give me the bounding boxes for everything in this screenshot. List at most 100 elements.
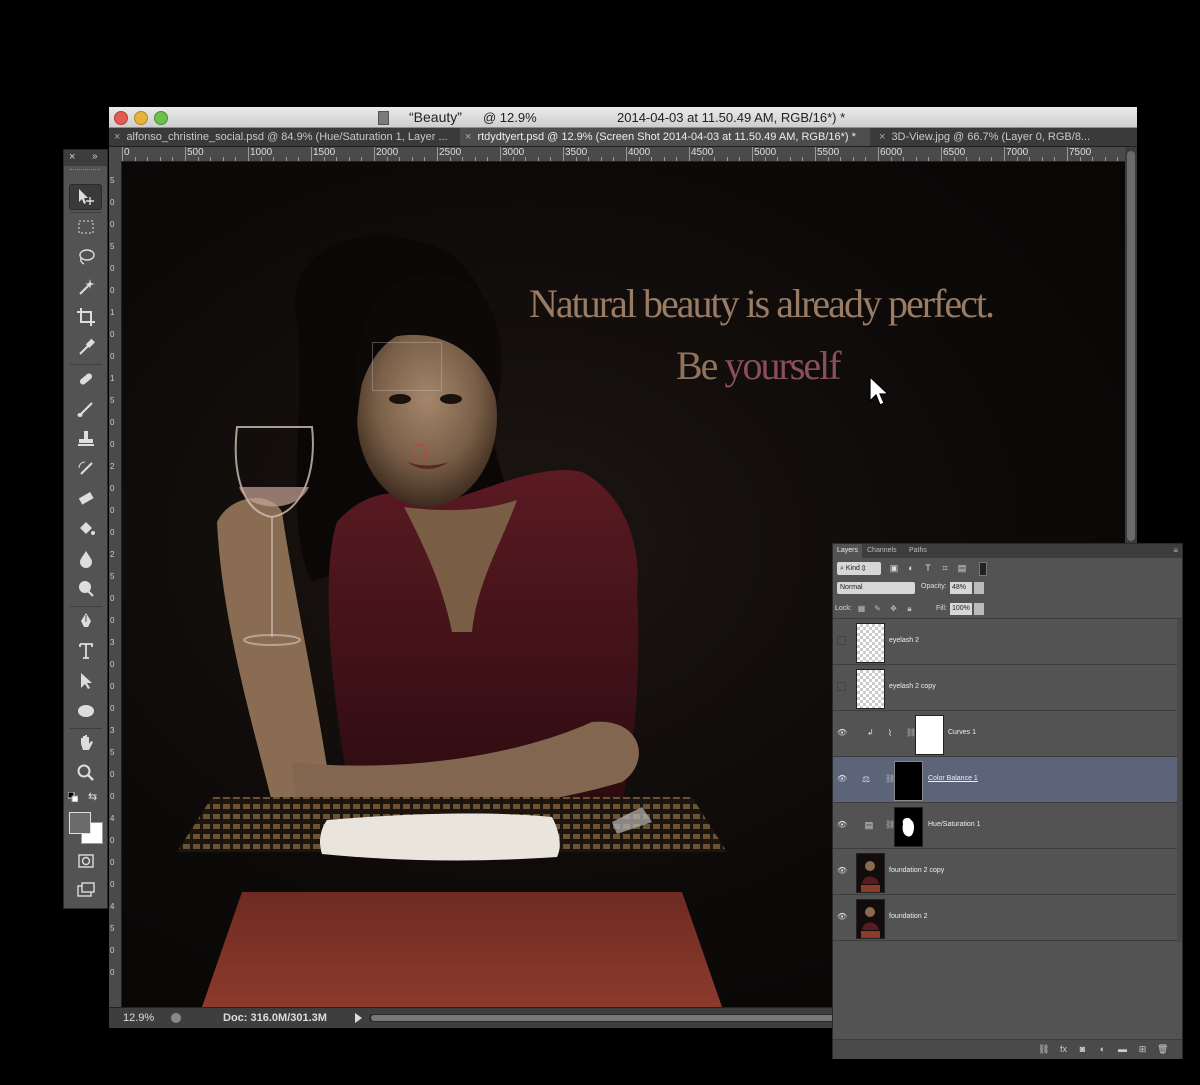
selection-marquee[interactable] — [372, 342, 442, 391]
visibility-toggle[interactable] — [837, 636, 846, 645]
new-layer-icon[interactable]: ⊞ — [1137, 1044, 1148, 1055]
tab-3d-view[interactable]: × 3D-View.jpg @ 66.7% (Layer 0, RGB/8... — [874, 128, 1129, 146]
title-bar[interactable]: “Beauty” @ 12.9% 2014-04-03 at 11.50.49 … — [109, 107, 1137, 128]
fill-slider-toggle[interactable] — [974, 603, 984, 615]
crop-tool[interactable] — [69, 304, 102, 330]
eyedropper-tool[interactable] — [69, 334, 102, 360]
filter-toggle[interactable] — [979, 562, 987, 576]
quick-mask-button[interactable] — [69, 848, 102, 874]
lock-position-icon[interactable]: ✥ — [889, 604, 898, 613]
close-tab-icon[interactable]: × — [114, 131, 120, 143]
fill-field[interactable]: 100% — [950, 603, 972, 615]
eraser-tool[interactable] — [69, 486, 102, 512]
delete-layer-icon[interactable]: 🗑︎ — [1157, 1044, 1168, 1055]
dodge-tool[interactable] — [69, 576, 102, 602]
horizontal-scrollbar[interactable] — [369, 1014, 839, 1022]
status-info-icon[interactable] — [171, 1013, 181, 1023]
layer-hue-saturation-1[interactable]: 👁︎ ▤ ⛓︎ Hue/Saturation 1 — [833, 803, 1177, 849]
expand-panel-icon[interactable]: » — [92, 151, 98, 162]
close-tab-icon[interactable]: × — [879, 131, 885, 143]
tab-paths[interactable]: Paths — [905, 544, 931, 558]
subline-text-layer[interactable]: Be yourself — [676, 342, 842, 389]
lock-all-icon[interactable]: 🔒︎ — [905, 604, 914, 613]
zoom-window-button[interactable] — [154, 111, 168, 125]
vertical-scroll-thumb[interactable] — [1127, 151, 1135, 541]
marquee-tool[interactable] — [69, 214, 102, 240]
document-proxy-icon[interactable] — [378, 111, 389, 125]
paint-bucket-tool[interactable] — [69, 516, 102, 542]
zoom-tool[interactable] — [69, 760, 102, 786]
default-colors-icon[interactable] — [68, 792, 78, 802]
document-size-info[interactable]: Doc: 316.0M/301.3M — [223, 1008, 327, 1028]
close-tab-icon[interactable]: × — [465, 131, 471, 143]
layer-eyelash-2-copy[interactable]: eyelash 2 copy — [833, 665, 1177, 711]
close-panel-icon[interactable]: × — [69, 151, 75, 163]
link-layers-icon[interactable]: ⛓︎ — [1038, 1044, 1049, 1055]
ruler-origin[interactable] — [109, 147, 121, 162]
tab-rtdydtyert[interactable]: × rtdydtyert.psd @ 12.9% (Screen Shot 201… — [460, 128, 870, 146]
tab-alfonso-christine[interactable]: × alfonso_christine_social.psd @ 84.9% (H… — [109, 128, 459, 146]
horizontal-ruler[interactable]: 0 500 1000 1500 2000 2500 3000 3500 4000 4500 5000… — [121, 147, 1127, 162]
lock-image-icon[interactable]: ✎ — [873, 604, 882, 613]
new-group-icon[interactable]: ▬ — [1117, 1044, 1128, 1055]
screen-mode-button[interactable] — [69, 878, 102, 904]
color-balance-adjustment-icon[interactable]: ⚖︎ — [859, 773, 873, 785]
curves-adjustment-icon[interactable]: ⌇ — [883, 727, 897, 739]
layer-foundation-2-copy[interactable]: 👁︎ foundation 2 copy — [833, 849, 1177, 895]
layer-style-icon[interactable]: fx — [1058, 1044, 1069, 1055]
shape-filter-icon[interactable]: ⌗ — [940, 563, 950, 573]
clone-stamp-tool[interactable] — [69, 426, 102, 452]
healing-brush-tool[interactable] — [69, 366, 102, 392]
move-tool[interactable] — [69, 184, 102, 210]
layer-mask-thumbnail[interactable] — [915, 715, 944, 755]
layer-foundation-2[interactable]: 👁︎ foundation 2 — [833, 895, 1177, 941]
tab-layers[interactable]: Layers — [833, 544, 863, 558]
brush-tool[interactable] — [69, 396, 102, 422]
eye-icon[interactable]: 👁︎ — [837, 820, 847, 829]
opacity-field[interactable]: 48% — [950, 582, 972, 594]
panel-grip[interactable] — [70, 169, 100, 173]
swap-colors-icon[interactable]: ⇆ — [88, 790, 97, 803]
add-mask-icon[interactable]: ◙ — [1077, 1044, 1088, 1055]
zoom-level-field[interactable]: 12.9% — [109, 1008, 159, 1028]
layer-curves-1[interactable]: 👁︎ ↲ ⌇ ⛓︎ Curves 1 — [833, 711, 1177, 757]
adjustment-filter-icon[interactable]: ◐ — [906, 563, 916, 573]
tab-channels[interactable]: Channels — [863, 544, 901, 558]
close-window-button[interactable] — [114, 111, 128, 125]
layer-mask-thumbnail[interactable] — [894, 761, 923, 801]
layers-scrollbar[interactable] — [1177, 619, 1182, 942]
headline-text-layer[interactable]: Natural beauty is already perfect. — [529, 280, 995, 327]
minimize-window-button[interactable] — [134, 111, 148, 125]
status-menu-arrow-icon[interactable] — [355, 1013, 362, 1023]
blend-mode-select[interactable]: Normal — [837, 582, 915, 594]
hand-tool[interactable] — [69, 730, 102, 756]
history-brush-tool[interactable] — [69, 456, 102, 482]
blur-tool[interactable] — [69, 546, 102, 572]
path-selection-tool[interactable] — [69, 668, 102, 694]
tools-panel-header[interactable]: × » — [64, 150, 107, 166]
horizontal-scroll-thumb[interactable] — [371, 1015, 836, 1021]
layer-mask-thumbnail[interactable] — [894, 807, 923, 847]
ellipse-tool[interactable] — [69, 698, 102, 724]
lock-transparency-icon[interactable]: ▦ — [857, 604, 866, 613]
filter-kind-select[interactable]: ⌕ Kind ⇕ — [837, 562, 881, 575]
type-filter-icon[interactable]: T — [923, 563, 933, 573]
eye-icon[interactable]: 👁︎ — [837, 728, 847, 737]
smart-object-filter-icon[interactable]: ▤ — [957, 563, 967, 573]
type-tool[interactable] — [69, 638, 102, 664]
hue-saturation-adjustment-icon[interactable]: ▤ — [862, 819, 876, 831]
new-adjustment-layer-icon[interactable]: ◐ — [1097, 1044, 1108, 1055]
panel-menu-icon[interactable]: ≡ — [1173, 546, 1178, 555]
opacity-slider-toggle[interactable] — [974, 582, 984, 594]
visibility-toggle[interactable] — [837, 682, 846, 691]
eye-icon[interactable]: 👁︎ — [837, 774, 847, 783]
pen-tool[interactable] — [69, 608, 102, 634]
layer-eyelash-2[interactable]: eyelash 2 — [833, 619, 1177, 665]
magic-wand-tool[interactable] — [69, 274, 102, 300]
eye-icon[interactable]: 👁︎ — [837, 866, 847, 875]
pixel-filter-icon[interactable]: ▣ — [889, 563, 899, 573]
layer-color-balance-1[interactable]: 👁︎ ⚖︎ ⛓︎ Color Balance 1 — [833, 757, 1177, 803]
foreground-color-swatch[interactable] — [69, 812, 91, 834]
lasso-tool[interactable] — [69, 244, 102, 270]
vertical-ruler[interactable]: 5 0 0 5 0 0 1 0 0 1 5 0 0 2 0 0 0 2 5 0 0 3 0 0 0 3 5 0 0 4 0 0 0 4 5 0 0 — [109, 162, 122, 1007]
